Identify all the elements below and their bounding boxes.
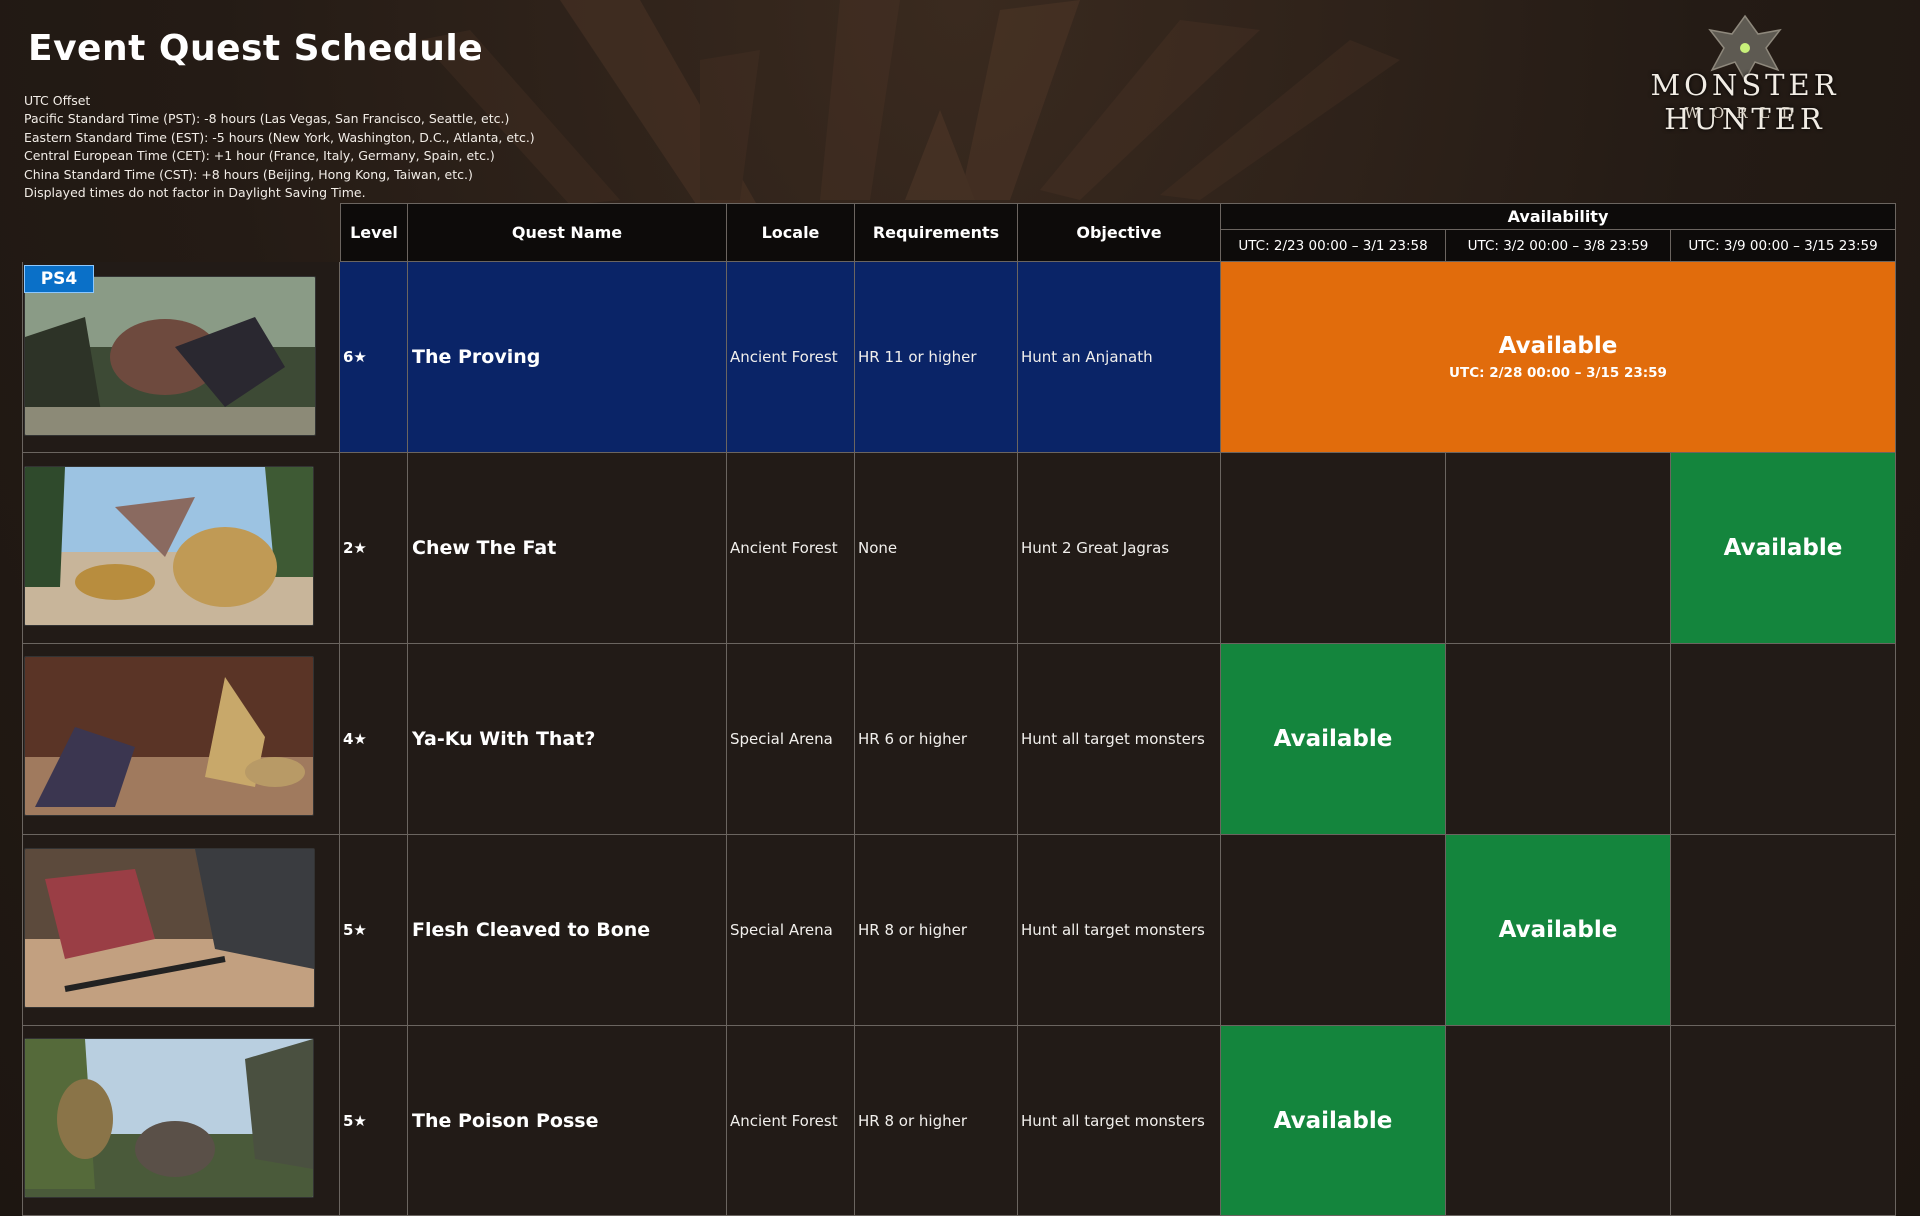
quest-name: The Proving (408, 262, 727, 453)
availability-empty (1671, 835, 1896, 1026)
utc-note-line: China Standard Time (CST): +8 hours (Bei… (24, 166, 473, 182)
header-period-1: UTC: 2/23 00:00 – 3/1 23:58 (1221, 230, 1446, 262)
utc-note-line: Eastern Standard Time (EST): -5 hours (N… (24, 129, 535, 145)
game-logo: MONSTER HUNTER WORLD (1595, 10, 1895, 150)
quest-locale: Special Arena (727, 835, 855, 1026)
quest-thumbnail-image (24, 276, 316, 436)
availability-empty (1671, 644, 1896, 835)
header-availability: Availability (1221, 203, 1896, 230)
quest-level: 6★ (340, 262, 408, 453)
quest-level: 5★ (340, 835, 408, 1026)
quest-thumbnail-image (24, 1038, 314, 1198)
utc-note-line: Central European Time (CET): +1 hour (Fr… (24, 148, 495, 164)
availability-badge: Available (1446, 835, 1671, 1026)
header-period-3: UTC: 3/9 00:00 – 3/15 23:59 (1671, 230, 1896, 262)
logo-line-2: WORLD (1684, 104, 1806, 122)
quest-thumbnail-image (24, 848, 315, 1008)
quest-name: Flesh Cleaved to Bone (408, 835, 727, 1026)
quest-objective: Hunt 2 Great Jagras (1018, 453, 1221, 644)
header-requirements: Requirements (855, 203, 1018, 262)
quest-level: 4★ (340, 644, 408, 835)
page-title: Event Quest Schedule (28, 28, 484, 69)
header-quest-name: Quest Name (408, 203, 727, 262)
quest-objective: Hunt an Anjanath (1018, 262, 1221, 453)
platform-badge: PS4 (24, 265, 94, 293)
quest-level: 5★ (340, 1026, 408, 1216)
availability-empty (1221, 453, 1446, 644)
availability-badge: Available (1221, 644, 1446, 835)
quest-requirements: HR 8 or higher (855, 1026, 1018, 1216)
utc-note-line: Pacific Standard Time (PST): -8 hours (L… (24, 111, 510, 127)
quest-objective: Hunt all target monsters (1018, 644, 1221, 835)
quest-requirements: HR 8 or higher (855, 835, 1018, 1026)
quest-locale: Ancient Forest (727, 1026, 855, 1216)
quest-level: 2★ (340, 453, 408, 644)
availability-empty (1671, 1026, 1896, 1216)
utc-note-line: UTC Offset (24, 93, 91, 108)
quest-locale: Special Arena (727, 644, 855, 835)
header-locale: Locale (727, 203, 855, 262)
quest-requirements: None (855, 453, 1018, 644)
quest-objective: Hunt all target monsters (1018, 835, 1221, 1026)
quest-name: Chew The Fat (408, 453, 727, 644)
availability-badge: Available UTC: 2/28 00:00 – 3/15 23:59 (1221, 262, 1896, 453)
availability-label: Available (1498, 333, 1618, 359)
quest-name: Ya-Ku With That? (408, 644, 727, 835)
availability-empty (1446, 453, 1671, 644)
availability-window: UTC: 2/28 00:00 – 3/15 23:59 (1449, 365, 1667, 381)
header-level: Level (340, 203, 408, 262)
availability-badge: Available (1671, 453, 1896, 644)
availability-badge: Available (1221, 1026, 1446, 1216)
header-objective: Objective (1018, 203, 1221, 262)
quest-name: The Poison Posse (408, 1026, 727, 1216)
quest-thumbnail-image (24, 656, 314, 816)
quest-locale: Ancient Forest (727, 262, 855, 453)
availability-empty (1446, 1026, 1671, 1216)
availability-empty (1221, 835, 1446, 1026)
utc-offset-notes: UTC Offset Pacific Standard Time (PST): … (24, 92, 535, 202)
quest-requirements: HR 11 or higher (855, 262, 1018, 453)
logo-line-1: MONSTER HUNTER (1650, 68, 1840, 136)
quest-thumbnail-image (24, 466, 314, 626)
quest-locale: Ancient Forest (727, 453, 855, 644)
availability-empty (1446, 644, 1671, 835)
header-period-2: UTC: 3/2 00:00 – 3/8 23:59 (1446, 230, 1671, 262)
quest-objective: Hunt all target monsters (1018, 1026, 1221, 1216)
utc-note-line: Displayed times do not factor in Dayligh… (24, 185, 366, 201)
quest-requirements: HR 6 or higher (855, 644, 1018, 835)
